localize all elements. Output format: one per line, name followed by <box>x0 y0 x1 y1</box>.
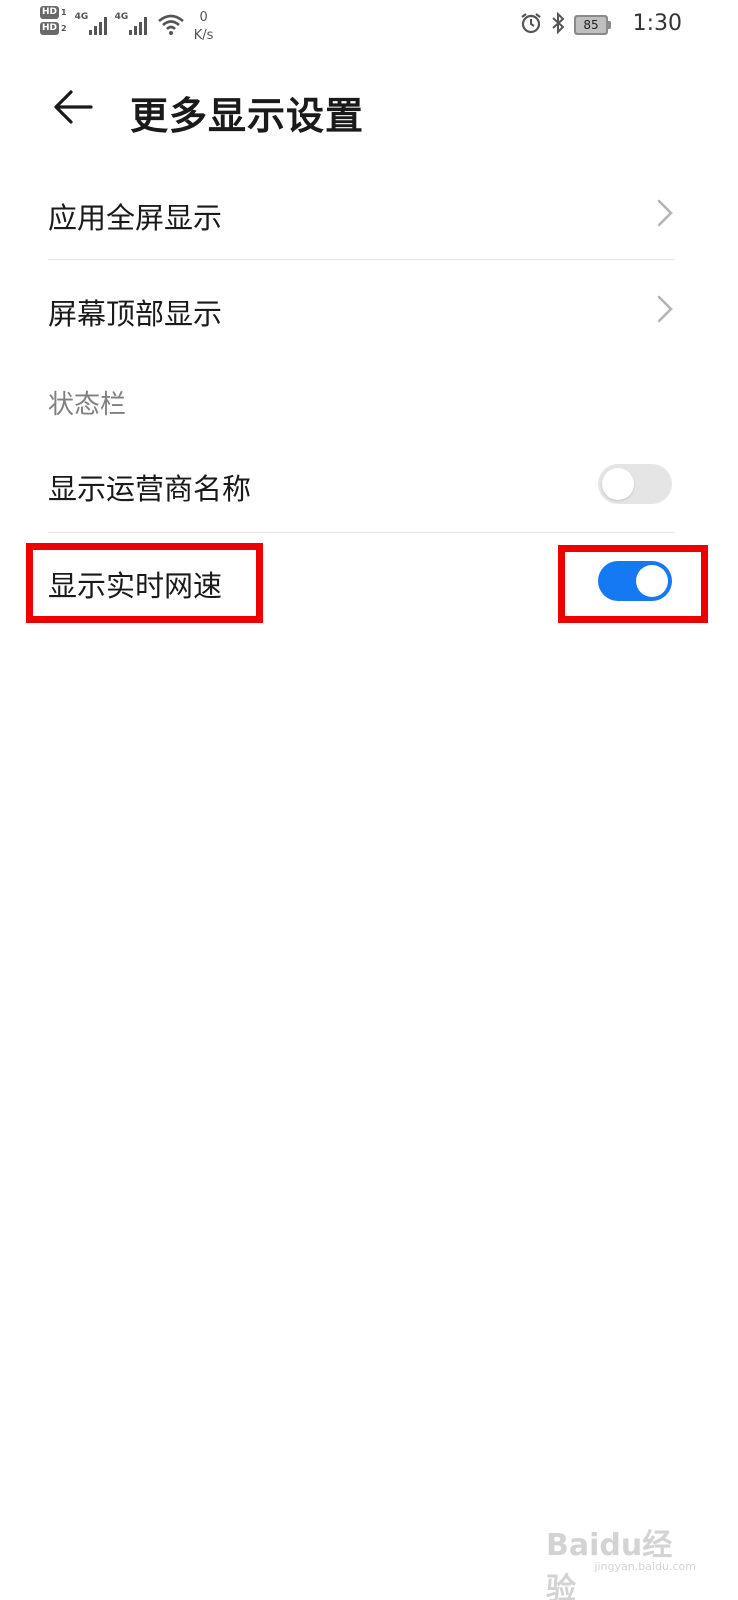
chevron-right-icon <box>657 295 673 323</box>
highlight-box-label <box>26 543 263 623</box>
status-left-group: HD 1 HD 2 4G 4G 0 K/s <box>40 6 219 46</box>
signal-icon: 4G <box>75 6 115 38</box>
watermark: Baidu经验 jingyan.baidu.com <box>546 1528 696 1600</box>
hd-indicators: HD 1 HD 2 <box>40 6 67 35</box>
net-speed-indicator: 0 K/s <box>193 10 214 43</box>
carrier-name-toggle[interactable] <box>598 464 672 504</box>
menu-item-top-of-screen[interactable]: 屏幕顶部显示 <box>48 272 674 350</box>
arrow-left-icon <box>54 90 93 124</box>
divider <box>48 259 675 260</box>
status-bar: HD 1 HD 2 4G 4G 0 K/s 85 1:30 <box>0 0 738 50</box>
bluetooth-icon <box>550 11 566 39</box>
setting-row-carrier-name: 显示运营商名称 <box>48 450 674 522</box>
alarm-icon <box>520 12 542 38</box>
wifi-icon <box>155 6 189 38</box>
signal-icon: 4G <box>115 6 155 38</box>
clock: 1:30 <box>632 11 682 36</box>
divider <box>48 532 675 533</box>
screen: HD 1 HD 2 4G 4G 0 K/s 85 1:30 更多显示设置 应用全… <box>0 0 738 1600</box>
setting-label: 显示运营商名称 <box>48 472 252 506</box>
hd-icon: HD 1 <box>40 6 67 19</box>
battery-icon: 85 <box>574 15 611 35</box>
back-button[interactable] <box>48 82 98 132</box>
hd-icon: HD 2 <box>40 22 67 35</box>
menu-item-fullscreen-apps[interactable]: 应用全屏显示 <box>48 180 674 258</box>
toggle-knob <box>602 468 634 500</box>
menu-item-label: 屏幕顶部显示 <box>48 297 223 331</box>
page-title: 更多显示设置 <box>130 94 365 138</box>
menu-item-label: 应用全屏显示 <box>48 201 223 235</box>
highlight-box-toggle <box>558 545 708 623</box>
app-header: 更多显示设置 <box>0 60 738 160</box>
status-right-group: 85 <box>520 10 611 40</box>
chevron-right-icon <box>657 199 673 227</box>
section-title-status-bar: 状态栏 <box>48 390 127 420</box>
